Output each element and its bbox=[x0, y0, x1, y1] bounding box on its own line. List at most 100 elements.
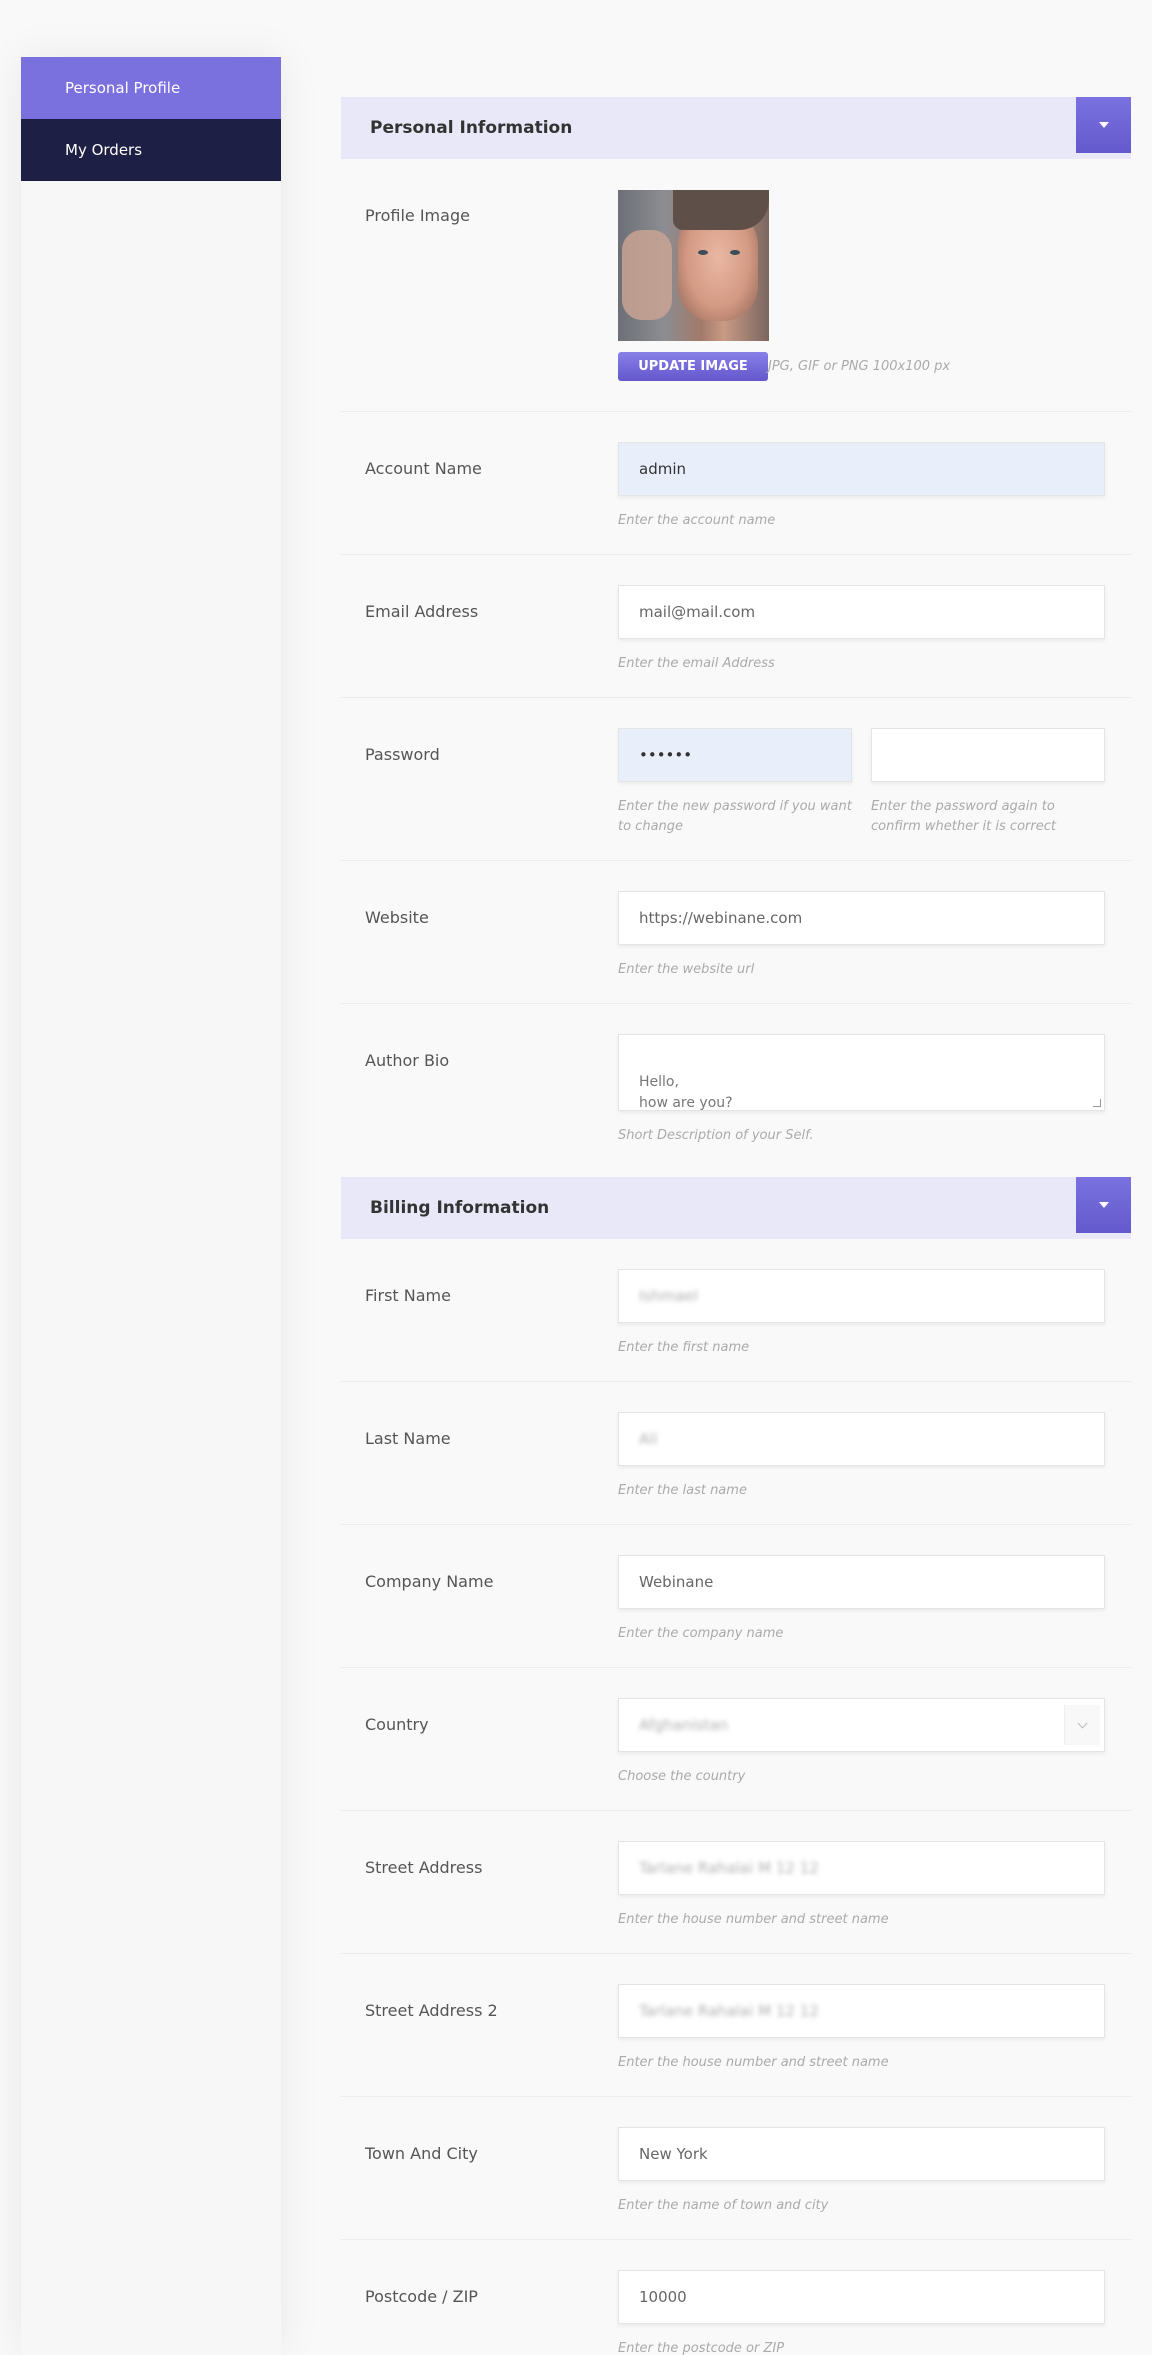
first-name-value: Ishmael bbox=[639, 1287, 698, 1305]
email-label: Email Address bbox=[365, 602, 479, 621]
password-hint: Enter the new password if you want to ch… bbox=[618, 799, 852, 834]
country-value: Afghanistan bbox=[639, 1716, 729, 1734]
postcode-field: 10000 Enter the postcode or ZIP bbox=[618, 2270, 1105, 2355]
postcode-hint: Enter the postcode or ZIP bbox=[618, 2341, 785, 2355]
first-name-input[interactable]: Ishmael bbox=[618, 1269, 1105, 1323]
profile-image bbox=[618, 190, 769, 341]
password-label: Password bbox=[365, 745, 440, 764]
personal-information-header: Personal Information bbox=[341, 97, 1131, 159]
author-bio-row: Author Bio Hello, how are you? Short Des… bbox=[341, 1004, 1131, 1177]
country-select[interactable]: Afghanistan bbox=[618, 1698, 1105, 1752]
company-name-field: Webinane Enter the company name bbox=[618, 1555, 1105, 1644]
hand-shape bbox=[622, 230, 672, 320]
email-input[interactable]: mail@mail.com bbox=[618, 585, 1105, 639]
account-name-label: Account Name bbox=[365, 459, 482, 478]
author-bio-hint: Short Description of your Self. bbox=[618, 1128, 814, 1143]
section-title: Billing Information bbox=[370, 1198, 550, 1218]
hair-shape bbox=[673, 190, 769, 230]
last-name-field: Ali Enter the last name bbox=[618, 1412, 1105, 1501]
sidebar-item-my-orders[interactable]: My Orders bbox=[21, 119, 281, 181]
email-field: mail@mail.com Enter the email Address bbox=[618, 585, 1105, 674]
section-title: Personal Information bbox=[370, 118, 573, 138]
town-city-row: Town And City New York Enter the name of… bbox=[341, 2097, 1131, 2240]
company-name-label: Company Name bbox=[365, 1572, 494, 1591]
last-name-value: Ali bbox=[639, 1430, 658, 1448]
street-address-2-input[interactable]: Tarlane Rahalai M 12 12 bbox=[618, 1984, 1105, 2038]
town-city-input[interactable]: New York bbox=[618, 2127, 1105, 2181]
billing-information-header: Billing Information bbox=[341, 1177, 1131, 1239]
first-name-hint: Enter the first name bbox=[618, 1340, 750, 1355]
street-address-field: Tarlane Rahalai M 12 12 Enter the house … bbox=[618, 1841, 1105, 1930]
street-address-row: Street Address Tarlane Rahalai M 12 12 E… bbox=[341, 1811, 1131, 1954]
website-input[interactable]: https://webinane.com bbox=[618, 891, 1105, 945]
company-name-hint: Enter the company name bbox=[618, 1626, 784, 1641]
town-city-field: New York Enter the name of town and city bbox=[618, 2127, 1105, 2216]
password-field: •••••• Enter the new password if you wan… bbox=[618, 728, 852, 837]
sidebar: Personal Profile My Orders bbox=[21, 57, 281, 2355]
street-address-2-field: Tarlane Rahalai M 12 12 Enter the house … bbox=[618, 1984, 1105, 2073]
last-name-row: Last Name Ali Enter the last name bbox=[341, 1382, 1131, 1525]
last-name-hint: Enter the last name bbox=[618, 1483, 747, 1498]
confirm-password-hint: Enter the password again to confirm whet… bbox=[871, 799, 1056, 834]
profile-image-field: UPDATE IMAGE JPG, GIF or PNG 100x100 px bbox=[618, 190, 950, 381]
caret-down-icon bbox=[1098, 1202, 1109, 1208]
author-bio-textarea[interactable]: Hello, how are you? bbox=[618, 1034, 1105, 1111]
profile-image-row: Profile Image UPDATE IMAGE JPG, GIF or PN… bbox=[341, 159, 1131, 412]
website-row: Website https://webinane.com Enter the w… bbox=[341, 861, 1131, 1004]
country-row: Country Afghanistan Choose the country bbox=[341, 1668, 1131, 1811]
street-address-2-label: Street Address 2 bbox=[365, 2001, 498, 2020]
author-bio-field: Hello, how are you? Short Description of… bbox=[618, 1034, 1105, 1146]
website-hint: Enter the website url bbox=[618, 962, 755, 977]
company-name-row: Company Name Webinane Enter the company … bbox=[341, 1525, 1131, 1668]
password-input[interactable]: •••••• bbox=[618, 728, 852, 782]
sidebar-item-personal-profile[interactable]: Personal Profile bbox=[21, 57, 281, 119]
eye-shape bbox=[698, 250, 708, 255]
postcode-label: Postcode / ZIP bbox=[365, 2287, 478, 2306]
country-field: Afghanistan Choose the country bbox=[618, 1698, 1105, 1787]
confirm-password-input[interactable] bbox=[871, 728, 1105, 782]
street-address-2-row: Street Address 2 Tarlane Rahalai M 12 12… bbox=[341, 1954, 1131, 2097]
profile-image-hint: JPG, GIF or PNG 100x100 px bbox=[768, 359, 951, 374]
main-content: Personal Information Profile Image UPDAT… bbox=[341, 97, 1131, 2355]
billing-section-toggle-button[interactable] bbox=[1076, 1177, 1131, 1233]
street-address-2-value: Tarlane Rahalai M 12 12 bbox=[639, 2002, 819, 2020]
account-name-row: Account Name admin Enter the account nam… bbox=[341, 412, 1131, 555]
postcode-input[interactable]: 10000 bbox=[618, 2270, 1105, 2324]
personal-section-toggle-button[interactable] bbox=[1076, 97, 1131, 153]
street-address-value: Tarlane Rahalai M 12 12 bbox=[639, 1859, 819, 1877]
sidebar-item-label: My Orders bbox=[65, 141, 143, 159]
country-hint: Choose the country bbox=[618, 1769, 746, 1784]
update-image-button[interactable]: UPDATE IMAGE bbox=[618, 352, 768, 381]
chevron-down-icon bbox=[1077, 1718, 1088, 1728]
page: Personal Profile My Orders Personal Info… bbox=[0, 0, 1152, 2355]
street-address-label: Street Address bbox=[365, 1858, 483, 1877]
profile-image-label: Profile Image bbox=[365, 206, 470, 225]
street-address-hint: Enter the house number and street name bbox=[618, 1912, 889, 1927]
street-address-input[interactable]: Tarlane Rahalai M 12 12 bbox=[618, 1841, 1105, 1895]
town-city-hint: Enter the name of town and city bbox=[618, 2198, 829, 2213]
website-label: Website bbox=[365, 908, 429, 927]
street-address-2-hint: Enter the house number and street name bbox=[618, 2055, 889, 2070]
postcode-row: Postcode / ZIP 10000 Enter the postcode … bbox=[341, 2240, 1131, 2355]
account-name-input[interactable]: admin bbox=[618, 442, 1105, 496]
author-bio-label: Author Bio bbox=[365, 1051, 450, 1070]
website-field: https://webinane.com Enter the website u… bbox=[618, 891, 1105, 980]
first-name-label: First Name bbox=[365, 1286, 451, 1305]
profile-image-actions: UPDATE IMAGE JPG, GIF or PNG 100x100 px bbox=[618, 352, 950, 381]
first-name-field: Ishmael Enter the first name bbox=[618, 1269, 1105, 1358]
email-row: Email Address mail@mail.com Enter the em… bbox=[341, 555, 1131, 698]
author-bio-text: Hello, how are you? bbox=[639, 1074, 733, 1111]
resize-handle-icon[interactable] bbox=[1093, 1099, 1101, 1107]
select-arrow-button[interactable] bbox=[1064, 1705, 1100, 1745]
account-name-field: admin Enter the account name bbox=[618, 442, 1105, 531]
town-city-label: Town And City bbox=[365, 2144, 478, 2163]
caret-down-icon bbox=[1098, 122, 1109, 128]
company-name-input[interactable]: Webinane bbox=[618, 1555, 1105, 1609]
sidebar-item-label: Personal Profile bbox=[65, 79, 181, 97]
country-label: Country bbox=[365, 1715, 429, 1734]
last-name-label: Last Name bbox=[365, 1429, 451, 1448]
email-hint: Enter the email Address bbox=[618, 656, 775, 671]
last-name-input[interactable]: Ali bbox=[618, 1412, 1105, 1466]
password-row: Password •••••• Enter the new password i… bbox=[341, 698, 1131, 861]
eye-shape bbox=[730, 250, 740, 255]
